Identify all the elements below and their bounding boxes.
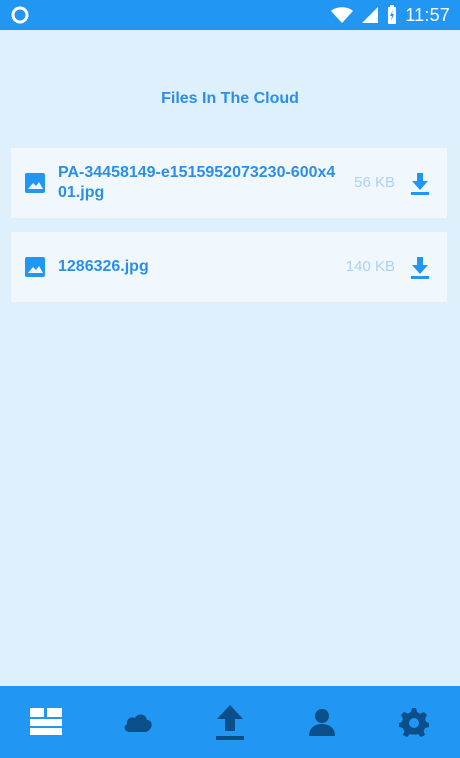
nav-cloud[interactable] xyxy=(118,702,158,742)
battery-icon xyxy=(388,5,397,24)
bottom-navigation xyxy=(0,686,460,758)
signal-icon xyxy=(362,7,379,23)
dashboard-icon xyxy=(30,708,62,735)
file-name: PA-34458149-e1515952073230-600x401.jpg xyxy=(58,164,336,201)
image-icon xyxy=(25,257,45,277)
file-size: 56 KB xyxy=(354,174,395,191)
image-icon xyxy=(25,173,45,193)
status-time: 11:57 xyxy=(405,5,450,25)
settings-icon xyxy=(399,708,429,737)
person-icon xyxy=(309,709,335,736)
nav-settings[interactable] xyxy=(394,702,434,742)
nav-upload[interactable] xyxy=(210,702,250,742)
circle-icon xyxy=(11,6,29,24)
download-icon[interactable] xyxy=(409,255,431,279)
file-row[interactable]: PA-34458149-e1515952073230-600x401.jpg 5… xyxy=(11,148,447,218)
page-title: Files In The Cloud xyxy=(161,90,299,107)
file-list: PA-34458149-e1515952073230-600x401.jpg 5… xyxy=(11,148,447,316)
file-row[interactable]: 1286326.jpg 140 KB xyxy=(11,232,447,302)
nav-dashboard[interactable] xyxy=(26,702,66,742)
download-icon[interactable] xyxy=(409,171,431,195)
content-area: Files In The Cloud PA-34458149-e15159520… xyxy=(0,30,460,686)
nav-profile[interactable] xyxy=(302,702,342,742)
file-size: 140 KB xyxy=(345,258,395,275)
upload-icon xyxy=(216,705,244,740)
status-icons: 11:57 xyxy=(330,0,450,30)
status-bar: 11:57 xyxy=(0,0,460,30)
wifi-icon xyxy=(331,7,354,23)
file-name: 1286326.jpg xyxy=(58,258,149,275)
cloud-icon xyxy=(124,714,152,732)
